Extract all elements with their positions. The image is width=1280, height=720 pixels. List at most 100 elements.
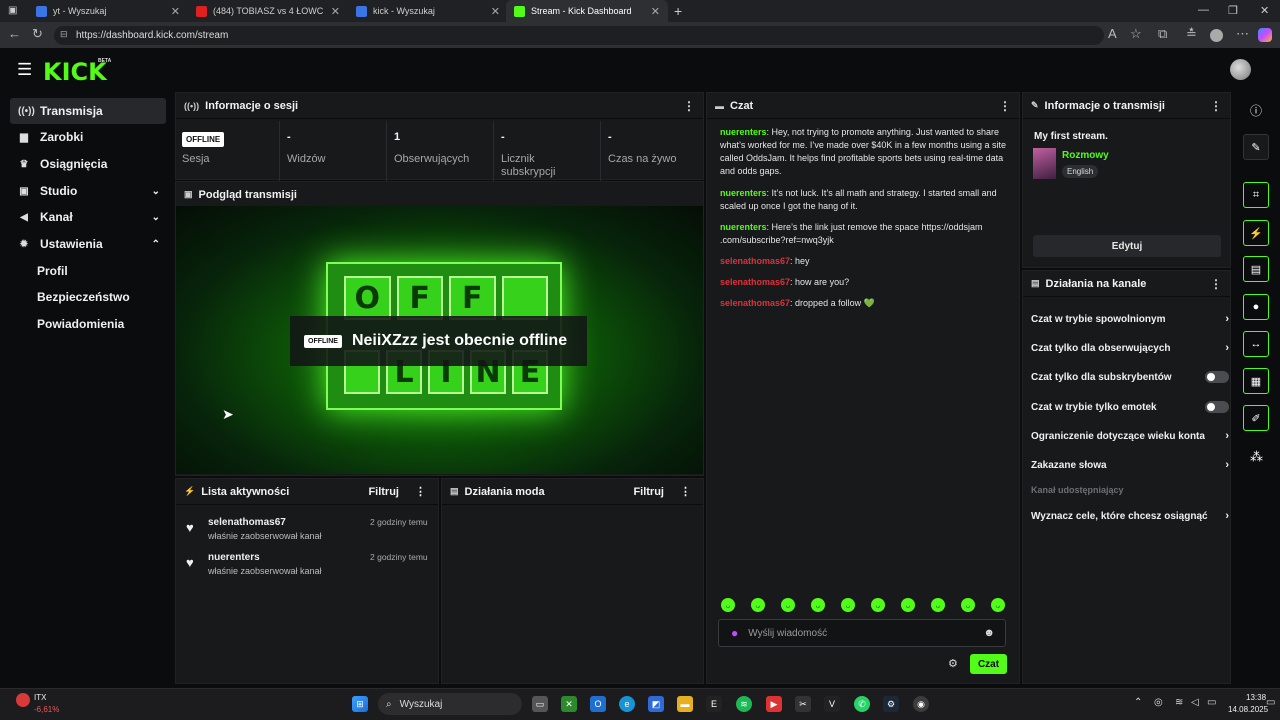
emote-icon[interactable]: ᴗ [991,598,1005,612]
filter-button[interactable]: Filtruj [368,486,399,498]
maximize-icon[interactable]: ❐ [1228,4,1238,17]
sidebar-item-ustawienia[interactable]: ✹ Ustawienia ⌃ [10,231,166,257]
emote-icon[interactable]: ᴗ [751,598,765,612]
chat-settings-gear-icon[interactable]: ⚙ [948,657,958,670]
option-followers-only[interactable]: Czat tylko dla obserwujących › [1031,334,1229,362]
wrench-icon[interactable]: ✐ [1243,405,1269,431]
category-name[interactable]: Rozmowy [1062,150,1109,161]
site-info-icon[interactable]: ⊟ [60,29,68,40]
file-explorer-icon[interactable]: ▬ [677,696,693,712]
capcut-icon[interactable]: ✂ [795,696,811,712]
volume-icon[interactable]: ◁ [1191,697,1199,708]
tab-actions-icon[interactable]: ▣ [8,5,17,16]
wifi-icon[interactable]: ≋ [1175,697,1183,708]
emote-icon[interactable]: ᴗ [931,598,945,612]
edge-icon[interactable]: e [619,696,635,712]
chat-username[interactable]: nuerenters [720,127,767,137]
clock-date[interactable]: 14.08.2025 [1228,705,1268,714]
more-menu-icon[interactable]: ⋯ [1236,26,1249,42]
obs-icon[interactable]: ◉ [913,696,929,712]
steam-icon[interactable]: ⚙ [883,696,899,712]
close-icon[interactable]: ✕ [171,5,180,18]
xbox-icon[interactable]: ✕ [561,696,577,712]
read-aloud-icon[interactable]: A [1108,26,1117,41]
browser-tab-3[interactable]: kick - Wyszukaj ✕ [348,0,508,22]
battery-icon[interactable]: ▭ [1207,697,1216,708]
edit-button[interactable]: Edytuj [1033,235,1221,257]
emote-icon[interactable]: ᴗ [841,598,855,612]
favorite-star-icon[interactable]: ☆ [1130,26,1142,42]
reload-icon[interactable]: ↻ [32,26,43,42]
stream-preview-video[interactable]: O F F L I N E OFFLINE NeiiXZzz jest obec… [176,206,703,474]
more-options-icon[interactable]: ⋮ [680,485,691,498]
more-options-icon[interactable]: ⋮ [999,99,1011,113]
copilot-icon[interactable] [1258,28,1272,42]
minimize-icon[interactable]: — [1198,4,1209,16]
chat-username[interactable]: selenathomas67 [720,298,790,308]
chat-bubble-icon[interactable]: ● [1243,294,1269,320]
close-icon[interactable]: ✕ [491,5,500,18]
stock-widget-icon[interactable] [16,693,30,707]
clock-time[interactable]: 13:38 [1246,693,1266,702]
more-options-icon[interactable]: ⋮ [683,99,695,113]
subscribers-only-toggle[interactable] [1205,371,1229,383]
add-panel-icon[interactable]: ⁂ [1250,449,1263,465]
chat-username[interactable]: nuerenters [720,222,767,232]
document-icon[interactable]: ▤ [1243,256,1269,282]
close-icon[interactable]: ✕ [331,5,340,18]
tray-chevron-up-icon[interactable]: ⌃ [1134,697,1142,708]
option-set-goals[interactable]: Wyznacz cele, które chcesz osiągnąć › [1031,502,1229,530]
more-options-icon[interactable]: ⋮ [1210,277,1222,291]
notification-icon[interactable]: ▭ [1266,697,1275,708]
vpn-icon[interactable]: V [824,696,840,712]
activity-user[interactable]: nuerenters [208,552,260,563]
spotify-icon[interactable]: ≋ [736,696,752,712]
filter-button[interactable]: Filtruj [633,486,664,498]
sidebar-subitem-bezpieczenstwo[interactable]: Bezpieczeństwo [37,287,130,307]
browser-tab-2[interactable]: (484) TOBIASZ vs 4 ŁOWCÓW - RE ✕ [188,0,348,22]
profile-avatar-icon[interactable] [1210,29,1223,42]
category-thumbnail[interactable] [1033,148,1056,179]
whatsapp-icon[interactable]: ✆ [854,696,870,712]
info-icon[interactable]: ⓘ [1250,102,1262,119]
outlook-icon[interactable]: O [590,696,606,712]
hamburger-menu-icon[interactable]: ☰ [17,60,32,80]
layout-icon[interactable]: ▦ [1243,368,1269,394]
back-icon[interactable]: ← [8,26,21,41]
capture-icon[interactable]: ⌗ [1243,182,1269,208]
chat-username[interactable]: nuerenters [720,188,767,198]
task-view-icon[interactable]: ▭ [532,696,548,712]
tray-app-icon[interactable]: ◎ [1154,697,1163,708]
lightning-icon[interactable]: ⚡ [1243,220,1269,246]
microphone-icon[interactable]: ● [731,626,738,640]
chat-input[interactable]: ● Wyślij wiadomość ☻ [718,619,1006,647]
option-banned-words[interactable]: Zakazane słowa › [1031,451,1229,479]
taskbar-search[interactable]: ⌕ Wyszukaj [378,693,522,715]
more-options-icon[interactable]: ⋮ [415,485,426,498]
sidebar-item-studio[interactable]: ▣ Studio ⌄ [10,178,166,204]
emote-icon[interactable]: ᴗ [871,598,885,612]
activity-user[interactable]: selenathomas67 [208,517,286,528]
emote-icon[interactable]: ᴗ [901,598,915,612]
media-icon[interactable]: ▶ [766,696,782,712]
sidebar-item-kanal[interactable]: ◀ Kanał ⌄ [10,204,166,230]
emote-icon[interactable]: ᴗ [961,598,975,612]
sidebar-subitem-profil[interactable]: Profil [37,261,68,281]
browser-tab-1[interactable]: yt - Wyszukaj ✕ [28,0,188,22]
url-field[interactable]: ⊟ https://dashboard.kick.com/stream [54,26,1104,45]
close-icon[interactable]: ✕ [651,5,660,18]
window-close-icon[interactable]: ✕ [1260,4,1269,17]
browser-tab-4[interactable]: Stream - Kick Dashboard ✕ [506,0,668,22]
sidebar-subitem-powiadomienia[interactable]: Powiadomienia [37,314,124,334]
windows-start-icon[interactable]: ⊞ [352,696,368,712]
chat-username[interactable]: selenathomas67 [720,277,790,287]
user-avatar[interactable] [1230,59,1251,80]
emote-icon[interactable]: ᴗ [721,598,735,612]
sidebar-item-zarobki[interactable]: ▆ Zarobki [10,124,166,150]
chat-send-button[interactable]: Czat [970,654,1007,674]
extensions-icon[interactable]: ⧉ [1158,26,1167,42]
option-account-age[interactable]: Ograniczenie dotyczące wieku konta › [1031,422,1229,450]
epic-games-icon[interactable]: E [706,696,722,712]
edit-pencil-icon[interactable]: ✎ [1243,134,1269,160]
chat-username[interactable]: selenathomas67 [720,256,790,266]
